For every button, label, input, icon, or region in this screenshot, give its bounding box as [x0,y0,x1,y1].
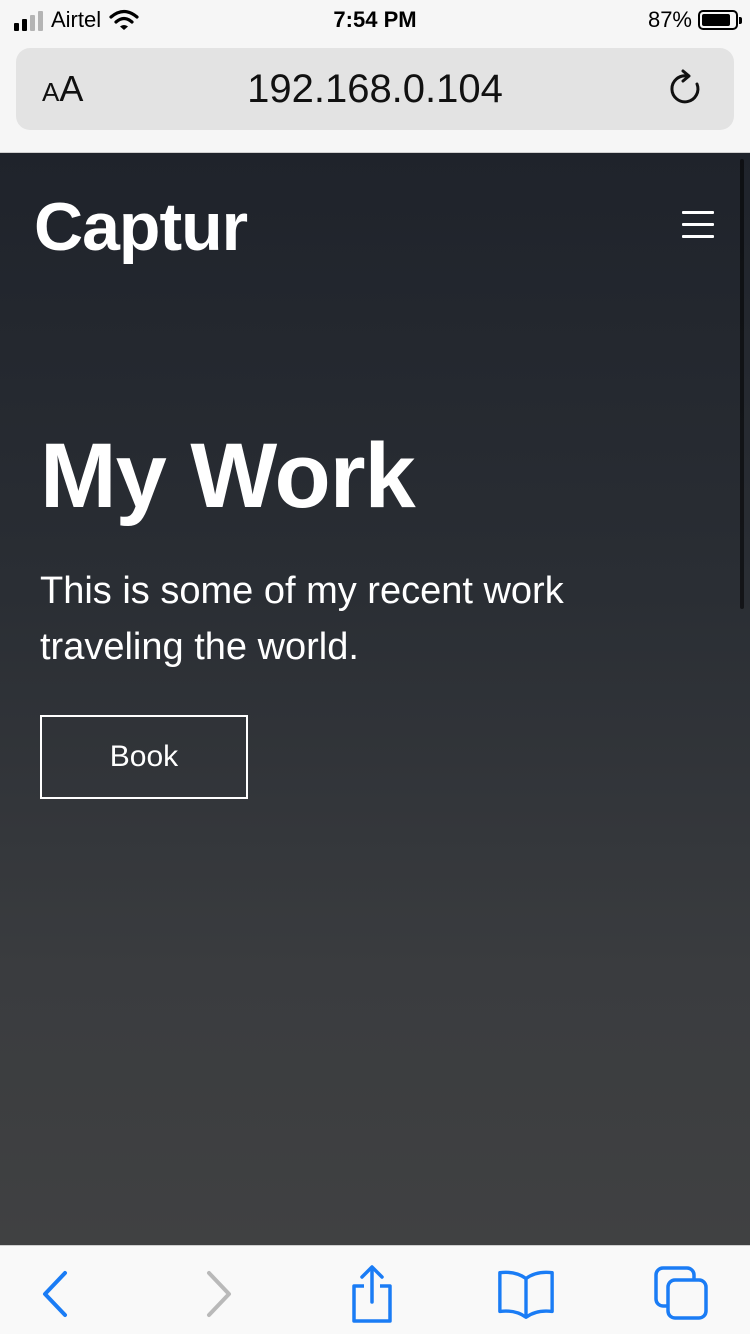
status-right: 87% [647,6,742,34]
book-button[interactable]: Book [40,715,248,799]
battery-percent: 87% [647,7,692,32]
hamburger-menu-icon[interactable] [682,211,714,239]
scroll-indicator [740,159,744,609]
browser-chrome: AA 192.168.0.104 [0,40,750,152]
address-bar[interactable]: AA 192.168.0.104 [16,48,734,130]
battery-fill [702,14,730,26]
battery-icon [698,10,742,30]
web-page: Captur My Work This is some of my recent… [0,152,750,1245]
browser-toolbar [0,1245,750,1334]
hero-description: This is some of my recent work traveling… [40,570,564,668]
status-bar: Airtel 7:54 PM 87% [0,0,750,40]
url-text[interactable]: 192.168.0.104 [16,66,734,112]
forward-icon[interactable] [188,1264,248,1324]
hero-title: My Work [40,425,416,527]
tabs-icon[interactable] [652,1264,712,1324]
share-icon[interactable] [342,1264,402,1324]
back-icon[interactable] [26,1264,86,1324]
status-time: 7:54 PM [333,7,417,32]
reload-icon[interactable] [666,68,706,115]
site-logo[interactable]: Captur [34,187,248,267]
bookmarks-icon[interactable] [496,1264,556,1324]
battery-cap [739,17,742,24]
